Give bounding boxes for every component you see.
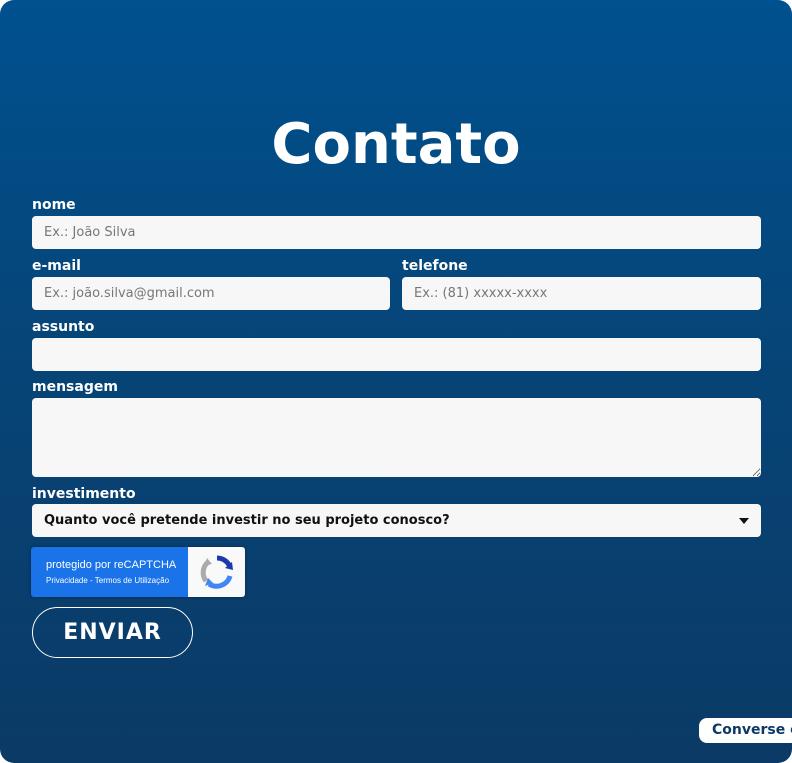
- message-label: mensagem: [32, 379, 118, 395]
- recaptcha-main-text: protegido por reCAPTCHA: [46, 558, 177, 571]
- investment-select-value: Quanto você pretende investir no seu pro…: [44, 513, 450, 528]
- subject-label: assunto: [32, 319, 95, 335]
- name-label: nome: [32, 197, 76, 213]
- recaptcha-badge[interactable]: protegido por reCAPTCHA Privacidade - Te…: [31, 547, 245, 597]
- chevron-down-icon: [739, 517, 749, 524]
- phone-label: telefone: [402, 258, 468, 274]
- recaptcha-logo-icon: [200, 555, 233, 589]
- subject-input[interactable]: [32, 338, 761, 371]
- contact-form-card: Contato nome e-mail telefone assunto men…: [0, 0, 792, 763]
- email-input[interactable]: [32, 277, 390, 310]
- investment-label: investimento: [32, 486, 136, 502]
- page-title: Contato: [271, 112, 521, 177]
- message-textarea[interactable]: [32, 398, 761, 477]
- send-button[interactable]: ENVIAR: [32, 607, 193, 658]
- phone-input[interactable]: [402, 277, 761, 310]
- email-label: e-mail: [32, 258, 81, 274]
- investment-select[interactable]: Quanto você pretende investir no seu pro…: [32, 504, 761, 537]
- recaptcha-links[interactable]: Privacidade - Termos de Utilização: [46, 575, 188, 587]
- chat-widget-button[interactable]: Converse c: [699, 718, 792, 743]
- recaptcha-text-panel: protegido por reCAPTCHA Privacidade - Te…: [31, 547, 188, 597]
- name-input[interactable]: [32, 216, 761, 249]
- recaptcha-logo-panel: [188, 547, 245, 597]
